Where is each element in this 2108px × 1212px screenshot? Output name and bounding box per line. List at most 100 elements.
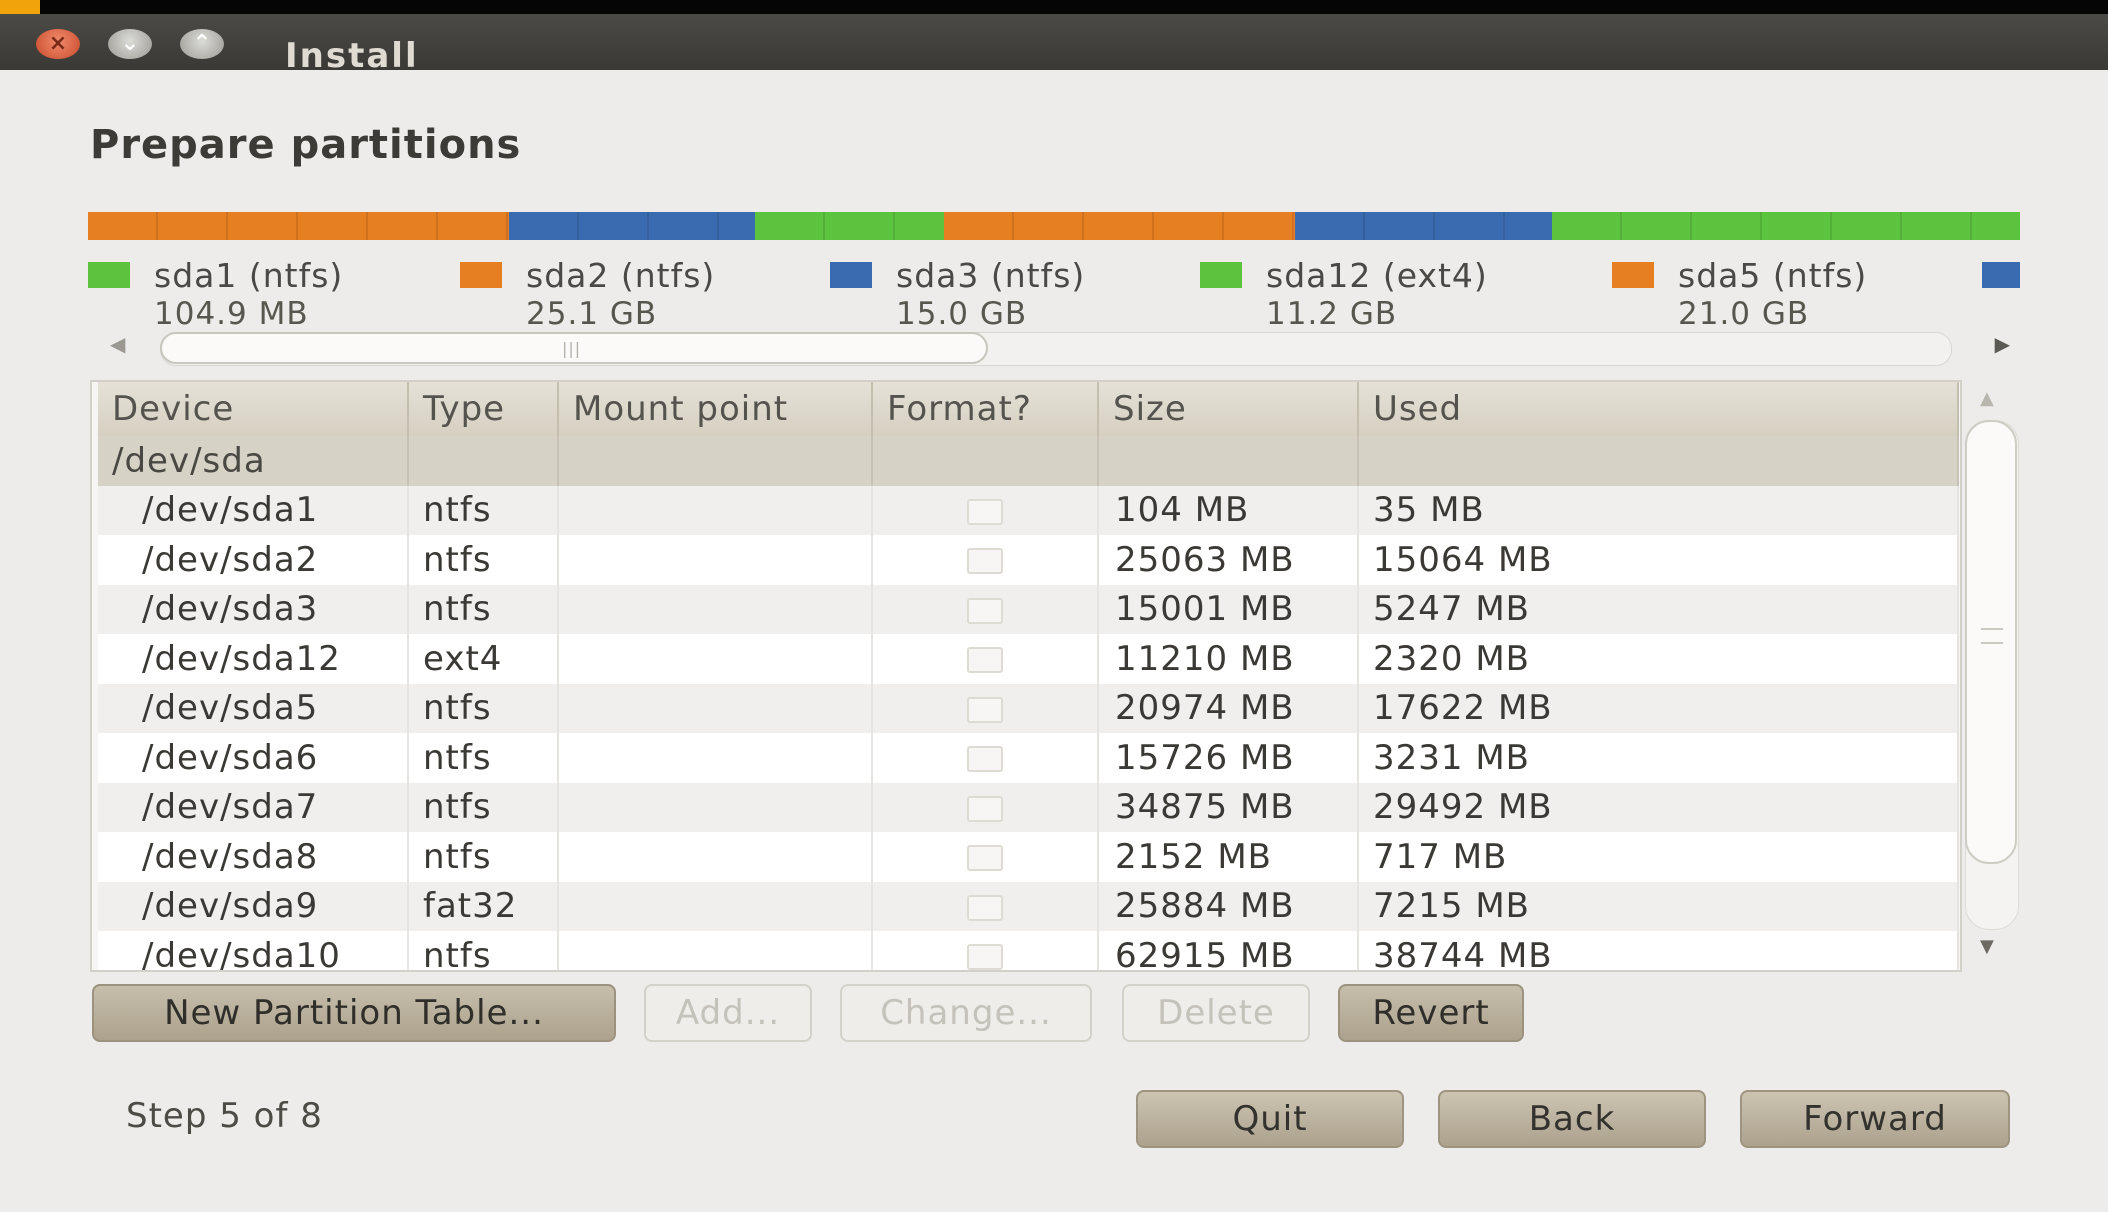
format-checkbox[interactable] bbox=[967, 597, 1003, 624]
forward-button[interactable]: Forward bbox=[1740, 1090, 2010, 1148]
corner-accent bbox=[0, 0, 40, 14]
device-cell: /dev/sda3 bbox=[98, 584, 409, 634]
legend-swatch bbox=[1612, 262, 1654, 288]
scroll-thumb[interactable] bbox=[1965, 420, 2017, 864]
used-cell: 2320 MB bbox=[1358, 634, 1959, 684]
legend-name: sda1 (ntfs) bbox=[154, 256, 344, 295]
format-checkbox[interactable] bbox=[967, 894, 1003, 921]
arrow-left-icon[interactable]: ◀ bbox=[110, 332, 125, 356]
used-cell: 17622 MB bbox=[1358, 683, 1959, 733]
type-cell: ntfs bbox=[408, 485, 559, 535]
add-button[interactable]: Add... bbox=[644, 984, 812, 1042]
size-cell: 2152 MB bbox=[1098, 832, 1359, 882]
legend-name: sda12 (ext4) bbox=[1266, 256, 1488, 295]
maximize-button[interactable]: ⌃ bbox=[180, 29, 224, 59]
device-cell: /dev/sda5 bbox=[98, 683, 409, 733]
used-cell: 29492 MB bbox=[1358, 782, 1959, 832]
revert-button[interactable]: Revert bbox=[1338, 984, 1524, 1042]
legend-size: 11.2 GB bbox=[1266, 296, 1398, 332]
column-header-device[interactable]: Device bbox=[98, 382, 409, 436]
column-header-size[interactable]: Size bbox=[1098, 382, 1359, 436]
size-cell: 104 MB bbox=[1098, 485, 1359, 535]
device-cell: /dev/sda9 bbox=[98, 881, 409, 931]
table-row[interactable]: /dev/sda10 ntfs 62915 MB 38744 MB bbox=[98, 931, 1959, 970]
legend-size: 21.0 GB bbox=[1678, 296, 1810, 332]
format-checkbox[interactable] bbox=[967, 498, 1003, 525]
close-icon: × bbox=[48, 31, 68, 56]
table-row[interactable]: /dev/sda3 ntfs 15001 MB 5247 MB bbox=[98, 584, 1959, 634]
type-cell: ntfs bbox=[408, 733, 559, 783]
size-cell: 15726 MB bbox=[1098, 733, 1359, 783]
size-cell: 62915 MB bbox=[1098, 931, 1359, 970]
format-checkbox[interactable] bbox=[967, 944, 1003, 970]
device-cell: /dev/sda2 bbox=[98, 535, 409, 585]
format-checkbox-cell bbox=[872, 733, 1099, 783]
delete-button[interactable]: Delete bbox=[1122, 984, 1310, 1042]
format-checkbox[interactable] bbox=[967, 696, 1003, 723]
table-group-row[interactable]: /dev/sda bbox=[98, 436, 1959, 486]
close-button[interactable]: × bbox=[36, 29, 80, 59]
table-row[interactable]: /dev/sda12 ext4 11210 MB 2320 MB bbox=[98, 634, 1959, 684]
legend-size: 104.9 MB bbox=[154, 296, 309, 332]
mount-cell bbox=[558, 931, 873, 970]
table-row[interactable]: /dev/sda7 ntfs 34875 MB 29492 MB bbox=[98, 782, 1959, 832]
top-strip bbox=[0, 0, 2108, 14]
table-row[interactable]: /dev/sda1 ntfs 104 MB 35 MB bbox=[98, 485, 1959, 535]
legend-name: sda5 (ntfs) bbox=[1678, 256, 1868, 295]
legend-swatch bbox=[830, 262, 872, 288]
used-cell: 717 MB bbox=[1358, 832, 1959, 882]
used-cell: 15064 MB bbox=[1358, 535, 1959, 585]
type-cell: ntfs bbox=[408, 832, 559, 882]
legend-swatch bbox=[1982, 262, 2020, 288]
format-checkbox-cell bbox=[872, 931, 1099, 970]
table-row[interactable]: /dev/sda5 ntfs 20974 MB 17622 MB bbox=[98, 683, 1959, 733]
legend-scrollbar[interactable]: ◀ ||| ▶ bbox=[110, 332, 2010, 366]
back-button[interactable]: Back bbox=[1438, 1090, 1706, 1148]
page-title: Prepare partitions bbox=[90, 122, 522, 168]
format-checkbox[interactable] bbox=[967, 795, 1003, 822]
format-checkbox-cell bbox=[872, 584, 1099, 634]
partition-segment bbox=[509, 212, 755, 240]
format-checkbox[interactable] bbox=[967, 647, 1003, 674]
size-cell: 20974 MB bbox=[1098, 683, 1359, 733]
column-header-format[interactable]: Format? bbox=[872, 382, 1099, 436]
type-cell: fat32 bbox=[408, 881, 559, 931]
size-cell: 34875 MB bbox=[1098, 782, 1359, 832]
device-cell: /dev/sda7 bbox=[98, 782, 409, 832]
table-row[interactable]: /dev/sda8 ntfs 2152 MB 717 MB bbox=[98, 832, 1959, 882]
scroll-thumb[interactable]: ||| bbox=[160, 332, 988, 364]
type-cell: ext4 bbox=[408, 634, 559, 684]
maximize-icon: ⌃ bbox=[192, 31, 212, 56]
arrow-up-icon[interactable]: ▲ bbox=[1980, 388, 1994, 409]
type-cell: ntfs bbox=[408, 782, 559, 832]
device-cell: /dev/sda6 bbox=[98, 733, 409, 783]
step-indicator: Step 5 of 8 bbox=[126, 1096, 323, 1136]
arrow-right-icon[interactable]: ▶ bbox=[1995, 332, 2010, 356]
table-scrollbar[interactable]: ▲ ▼ bbox=[1960, 380, 2020, 968]
type-cell: ntfs bbox=[408, 584, 559, 634]
legend-size: 25.1 GB bbox=[526, 296, 658, 332]
used-cell: 38744 MB bbox=[1358, 931, 1959, 970]
table-row[interactable]: /dev/sda9 fat32 25884 MB 7215 MB bbox=[98, 881, 1959, 931]
table-row[interactable]: /dev/sda6 ntfs 15726 MB 3231 MB bbox=[98, 733, 1959, 783]
legend-size: 15.0 GB bbox=[896, 296, 1028, 332]
type-cell: ntfs bbox=[408, 931, 559, 970]
minimize-button[interactable]: ⌄ bbox=[108, 29, 152, 59]
format-checkbox[interactable] bbox=[967, 746, 1003, 773]
format-checkbox[interactable] bbox=[967, 845, 1003, 872]
partition-segment bbox=[754, 212, 944, 240]
device-cell: /dev/sda12 bbox=[98, 634, 409, 684]
column-header-used[interactable]: Used bbox=[1358, 382, 1959, 436]
column-header-mount-point[interactable]: Mount point bbox=[558, 382, 873, 436]
table-row[interactable]: /dev/sda2 ntfs 25063 MB 15064 MB bbox=[98, 535, 1959, 585]
quit-button[interactable]: Quit bbox=[1136, 1090, 1404, 1148]
column-header-type[interactable]: Type bbox=[408, 382, 559, 436]
arrow-down-icon[interactable]: ▼ bbox=[1980, 936, 1994, 957]
format-checkbox[interactable] bbox=[967, 548, 1003, 575]
group-device: /dev/sda bbox=[98, 436, 409, 486]
format-checkbox-cell bbox=[872, 535, 1099, 585]
change-button[interactable]: Change... bbox=[840, 984, 1092, 1042]
partition-segment bbox=[943, 212, 1296, 240]
new-partition-table-button[interactable]: New Partition Table... bbox=[92, 984, 616, 1042]
format-checkbox-cell bbox=[872, 782, 1099, 832]
